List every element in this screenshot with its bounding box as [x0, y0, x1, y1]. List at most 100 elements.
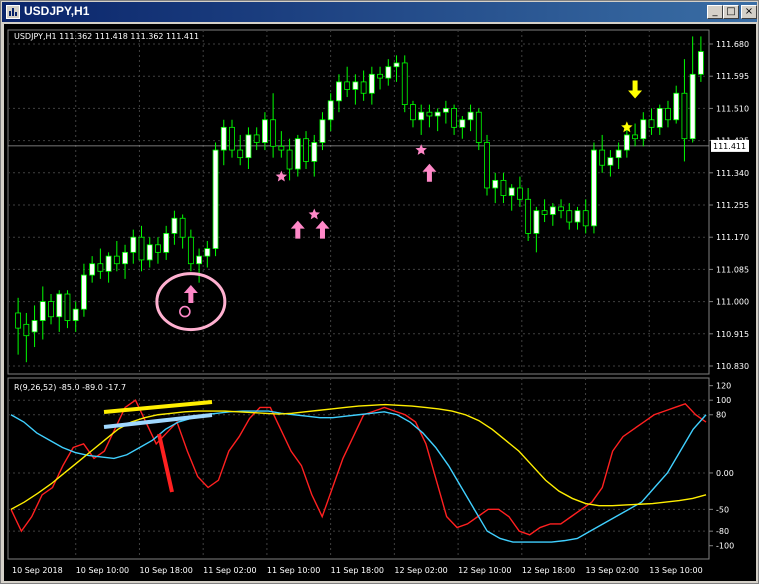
window-title: USDJPY,H1	[24, 4, 90, 18]
candle-body	[81, 274, 87, 310]
indicator-panel-frame	[7, 377, 710, 560]
arrow-down-marker	[628, 80, 643, 99]
close-button[interactable]: ×	[741, 5, 757, 19]
candle-body	[599, 149, 606, 166]
time-axis-label: 11 Sep 02:00	[203, 566, 256, 575]
candle-body	[385, 66, 392, 79]
candle-body	[319, 119, 326, 143]
time-axis-label: 13 Sep 02:00	[586, 566, 639, 575]
candle-body	[467, 111, 474, 121]
candle-body	[23, 323, 30, 337]
candle-body	[311, 142, 318, 162]
price-axis-label: 110.830	[716, 362, 749, 371]
candle-body	[286, 149, 293, 170]
candle-body	[97, 263, 104, 272]
time-axis-label: 10 Sep 18:00	[139, 566, 192, 575]
annotation-red-stroke	[157, 433, 174, 493]
time-axis-label: 11 Sep 18:00	[331, 566, 384, 575]
candle-body	[689, 73, 696, 140]
candle-body	[558, 206, 564, 212]
time-axis-label: 13 Sep 10:00	[649, 566, 702, 575]
candle-body	[187, 236, 194, 265]
candle-body	[368, 73, 375, 94]
chart-window: USDJPY,H1 _ □ × USDJPY,H1 111.362 111.41…	[0, 0, 759, 584]
time-axis-label: 12 Sep 02:00	[394, 566, 447, 575]
candle-body	[237, 149, 244, 159]
time-axis-label: 11 Sep 10:00	[267, 566, 320, 575]
candle-body	[130, 236, 137, 253]
candle-body	[582, 210, 589, 227]
maximize-button[interactable]: □	[723, 5, 739, 19]
price-axis-label: 111.680	[716, 40, 749, 49]
candle-body	[39, 301, 46, 321]
price-axis-label: 111.340	[716, 169, 749, 178]
indicator-axis-label: 120	[716, 382, 731, 391]
candle-body	[434, 111, 441, 117]
chart-area[interactable]: USDJPY,H1 111.362 111.418 111.362 111.41…	[4, 24, 756, 581]
candle-body	[155, 244, 161, 253]
candle-body	[360, 81, 367, 94]
price-axis-label: 111.255	[716, 201, 749, 210]
candle-body	[681, 92, 688, 140]
candle-body	[56, 293, 63, 318]
candle-body	[336, 81, 342, 102]
candle-body	[697, 51, 704, 75]
candle-body	[640, 119, 647, 140]
candle-body	[294, 138, 301, 170]
title-bar[interactable]: USDJPY,H1 _ □ ×	[2, 2, 757, 22]
time-axis-label: 12 Sep 10:00	[458, 566, 511, 575]
candle-body	[220, 126, 227, 151]
candle-body	[484, 142, 490, 189]
candle-body	[163, 233, 170, 253]
candle-body	[673, 92, 680, 121]
candle-body	[451, 108, 458, 128]
candle-body	[615, 149, 622, 159]
candle-body	[89, 263, 96, 276]
price-axis-label: 111.595	[716, 72, 749, 81]
current-price-label: 111.411	[713, 142, 746, 151]
time-axis-label: 12 Sep 18:00	[522, 566, 575, 575]
indicator-info-line: R(9,26,52) -85.0 -89.0 -17.7	[14, 383, 126, 392]
candle-body	[303, 138, 309, 162]
price-axis-label: 111.170	[716, 233, 749, 242]
indicator-axis-label: 100	[716, 396, 731, 405]
indicator-series-line	[10, 403, 707, 510]
candle-body	[270, 119, 277, 147]
annotation-yellow-stroke	[103, 400, 213, 414]
candle-body	[138, 236, 145, 261]
candle-body	[607, 157, 614, 166]
indicator-axis-label: 0.00	[716, 469, 734, 478]
indicator-axis-label: -50	[716, 505, 729, 514]
time-axis-label: 10 Sep 10:00	[76, 566, 129, 575]
price-axis-label: 110.915	[716, 330, 749, 339]
chart-canvas[interactable]: USDJPY,H1 111.362 111.418 111.362 111.41…	[4, 24, 756, 581]
candle-body	[426, 111, 433, 117]
candle-body	[146, 244, 153, 261]
candle-body	[15, 312, 22, 329]
candle-body	[377, 73, 383, 79]
indicator-axis-label: -100	[716, 542, 734, 551]
candle-body	[574, 210, 581, 223]
candle-body	[656, 108, 663, 128]
price-axis-label: 111.510	[716, 104, 749, 113]
price-axis-label: 111.085	[716, 265, 749, 274]
candle-body	[179, 217, 186, 238]
candle-body	[401, 62, 408, 106]
indicator-axis-label: -80	[716, 527, 729, 536]
star-marker	[275, 170, 288, 182]
candle-body	[418, 111, 425, 121]
candle-body	[245, 134, 252, 159]
minimize-button[interactable]: _	[707, 5, 723, 19]
candle-body	[623, 134, 630, 151]
candle-body	[113, 255, 120, 265]
candle-body	[344, 81, 351, 90]
indicator-series-line	[10, 399, 707, 536]
candle-body	[500, 179, 507, 196]
candle-body	[48, 301, 54, 318]
candle-body	[459, 119, 466, 128]
candle-body	[171, 217, 178, 234]
candle-body	[665, 108, 671, 121]
time-axis-label: 10 Sep 2018	[12, 566, 63, 575]
candle-body	[261, 119, 268, 143]
candle-body	[549, 206, 556, 215]
